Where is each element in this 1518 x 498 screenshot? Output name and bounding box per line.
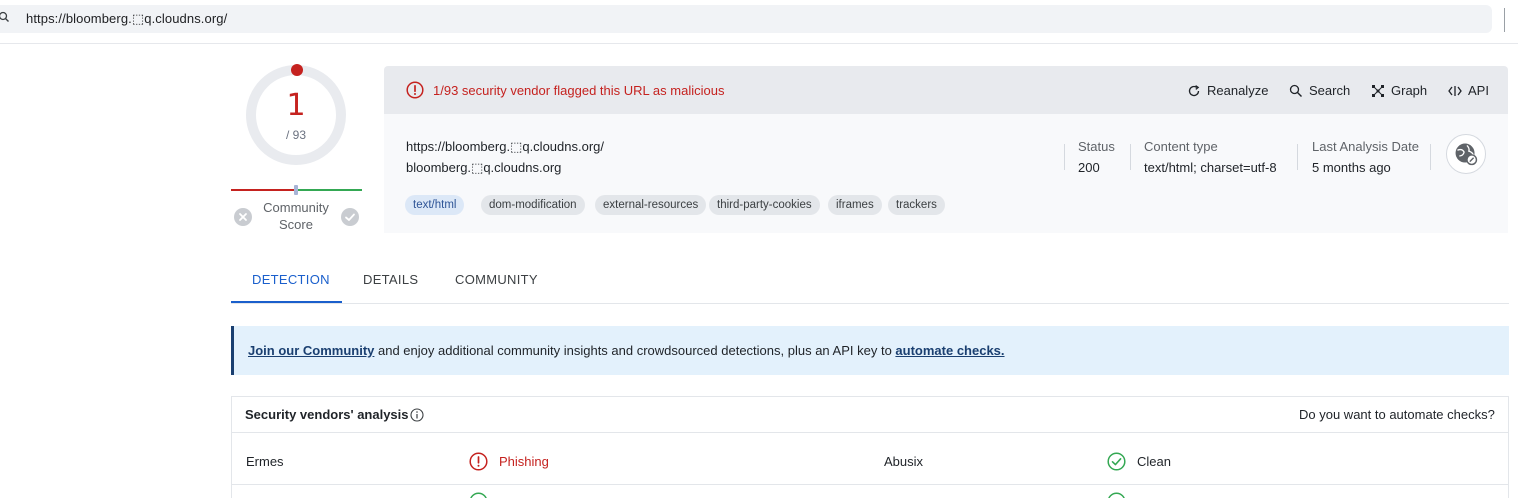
api-label: API [1468,83,1489,98]
url-globe-icon[interactable] [1446,134,1486,174]
community-score-positive-bar [296,189,362,191]
tag-chip[interactable]: text/html [405,195,465,215]
malicious-alert-text: 1/93 security vendor flagged this URL as… [433,83,725,98]
community-score-label: Community Score [263,200,329,232]
last-analysis-label: Last Analysis Date [1312,139,1419,154]
alert-icon [469,452,488,471]
search-label: Search [1309,83,1351,98]
search-icon [1289,84,1302,97]
vote-malicious-icon[interactable] [234,208,252,226]
check-circle-icon [1107,452,1126,471]
table-row-divider [231,484,1509,485]
tag-chip[interactable]: third-party-cookies [709,195,820,215]
vendor-analysis-title: Security vendors' analysis [245,407,409,422]
tab-community[interactable]: COMMUNITY [455,272,538,287]
table-header-divider [231,432,1509,433]
graph-button[interactable]: Graph [1371,83,1427,98]
join-community-link[interactable]: Join our Community [248,343,374,358]
tag-chip[interactable]: iframes [828,195,882,215]
content-type-value: text/html; charset=utf-8 [1144,160,1277,175]
detection-total: / 93 [285,128,306,142]
meta-divider [1064,144,1065,170]
search-button[interactable]: Search [1289,83,1350,98]
tag-chip[interactable]: external-resources [595,195,707,215]
info-icon[interactable] [410,408,424,422]
analyzed-host[interactable]: bloomberg.⬚q.cloudns.org [406,160,561,176]
reanalyze-button[interactable]: Reanalyze [1187,83,1268,98]
vendor-name: Abusix [884,454,924,469]
content-type-label: Content type [1144,139,1218,154]
last-analysis-value: 5 months ago [1312,160,1391,175]
search-input[interactable]: https://bloomberg.⬚q.cloudns.org/ [26,11,227,27]
community-score-negative-bar [231,189,296,191]
status-icon [1108,492,1125,498]
tabs-divider [231,303,1509,304]
tab-detection[interactable]: DETECTION [252,272,330,287]
status-icon [470,492,487,498]
community-score-marker [294,185,298,195]
tag-chip[interactable]: trackers [888,195,945,215]
alert-icon [406,81,424,99]
api-button[interactable]: API [1448,83,1489,98]
status-label: Status [1078,139,1115,154]
address-bar: https://bloomberg.⬚q.cloudns.org/ [0,0,1518,44]
tab-details[interactable]: DETAILS [363,272,418,287]
graph-icon [1372,84,1384,97]
status-value: 200 [1078,160,1100,175]
community-banner-text: Join our Community and enjoy additional … [248,343,1005,358]
refresh-icon [1188,84,1200,96]
search-icon [0,11,9,22]
reanalyze-label: Reanalyze [1207,83,1269,98]
analyzed-url: https://bloomberg.⬚q.cloudns.org/ [406,139,605,154]
banner-middle-text: and enjoy additional community insights … [374,343,896,358]
meta-divider [1430,144,1431,170]
automate-checks-prompt[interactable]: Do you want to automate checks? [1299,407,1495,422]
tag-chip[interactable]: dom-modification [481,195,585,215]
vote-harmless-icon[interactable] [341,208,359,226]
api-icon [1448,85,1462,96]
meta-divider [1297,144,1298,170]
automate-checks-link[interactable]: automate checks. [895,343,1004,358]
meta-divider [1130,144,1131,170]
vendor-result: Clean [1137,454,1171,469]
toolbar-divider [1504,8,1505,32]
vendor-result: Phishing [499,454,549,469]
detection-score: 1 [286,88,306,123]
vendor-name: Ermes [246,454,284,469]
graph-label: Graph [1391,83,1428,98]
active-tab-indicator [231,301,342,303]
